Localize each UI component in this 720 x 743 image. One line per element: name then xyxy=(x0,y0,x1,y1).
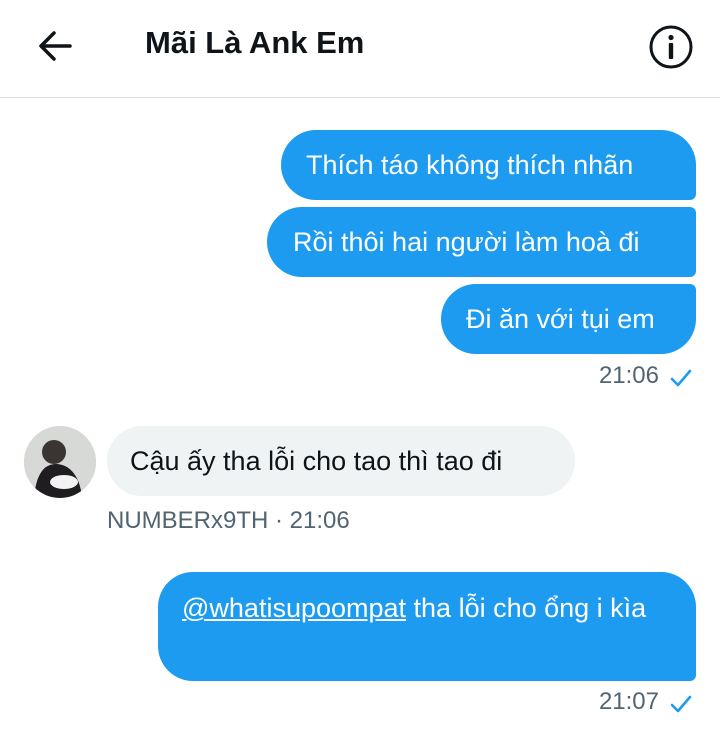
mention-link[interactable]: @whatisupoompat xyxy=(182,593,406,623)
arrow-left-icon xyxy=(39,31,72,61)
sent-check-icon xyxy=(670,695,692,713)
message-bubble-outgoing[interactable]: @whatisupoompat tha lỗi cho ổng i kìa xyxy=(158,572,696,681)
sent-check-icon xyxy=(670,369,692,387)
message-timestamp: 21:07 xyxy=(598,688,659,715)
message-bubble-outgoing[interactable]: Thích táo không thích nhãn xyxy=(281,130,696,200)
info-circle-icon xyxy=(649,25,693,69)
message-timestamp: 21:06 xyxy=(598,362,659,389)
conversation-header: Mãi Là Ank Em xyxy=(0,0,720,98)
message-text: tha lỗi cho ổng i kìa xyxy=(406,593,647,623)
message-bubble-outgoing[interactable]: Rồi thôi hai người làm hoà đi xyxy=(267,207,696,277)
sender-avatar[interactable] xyxy=(24,426,96,498)
back-button[interactable] xyxy=(36,26,76,66)
message-bubble-outgoing[interactable]: Đi ăn với tụi em xyxy=(441,284,696,354)
conversation-title: Mãi Là Ank Em xyxy=(145,25,365,60)
message-bubble-incoming[interactable]: Cậu ấy tha lỗi cho tao thì tao đi xyxy=(107,426,575,496)
conversation-info-button[interactable] xyxy=(648,24,694,70)
message-sender-time: NUMBERx9TH · 21:06 xyxy=(107,507,350,534)
